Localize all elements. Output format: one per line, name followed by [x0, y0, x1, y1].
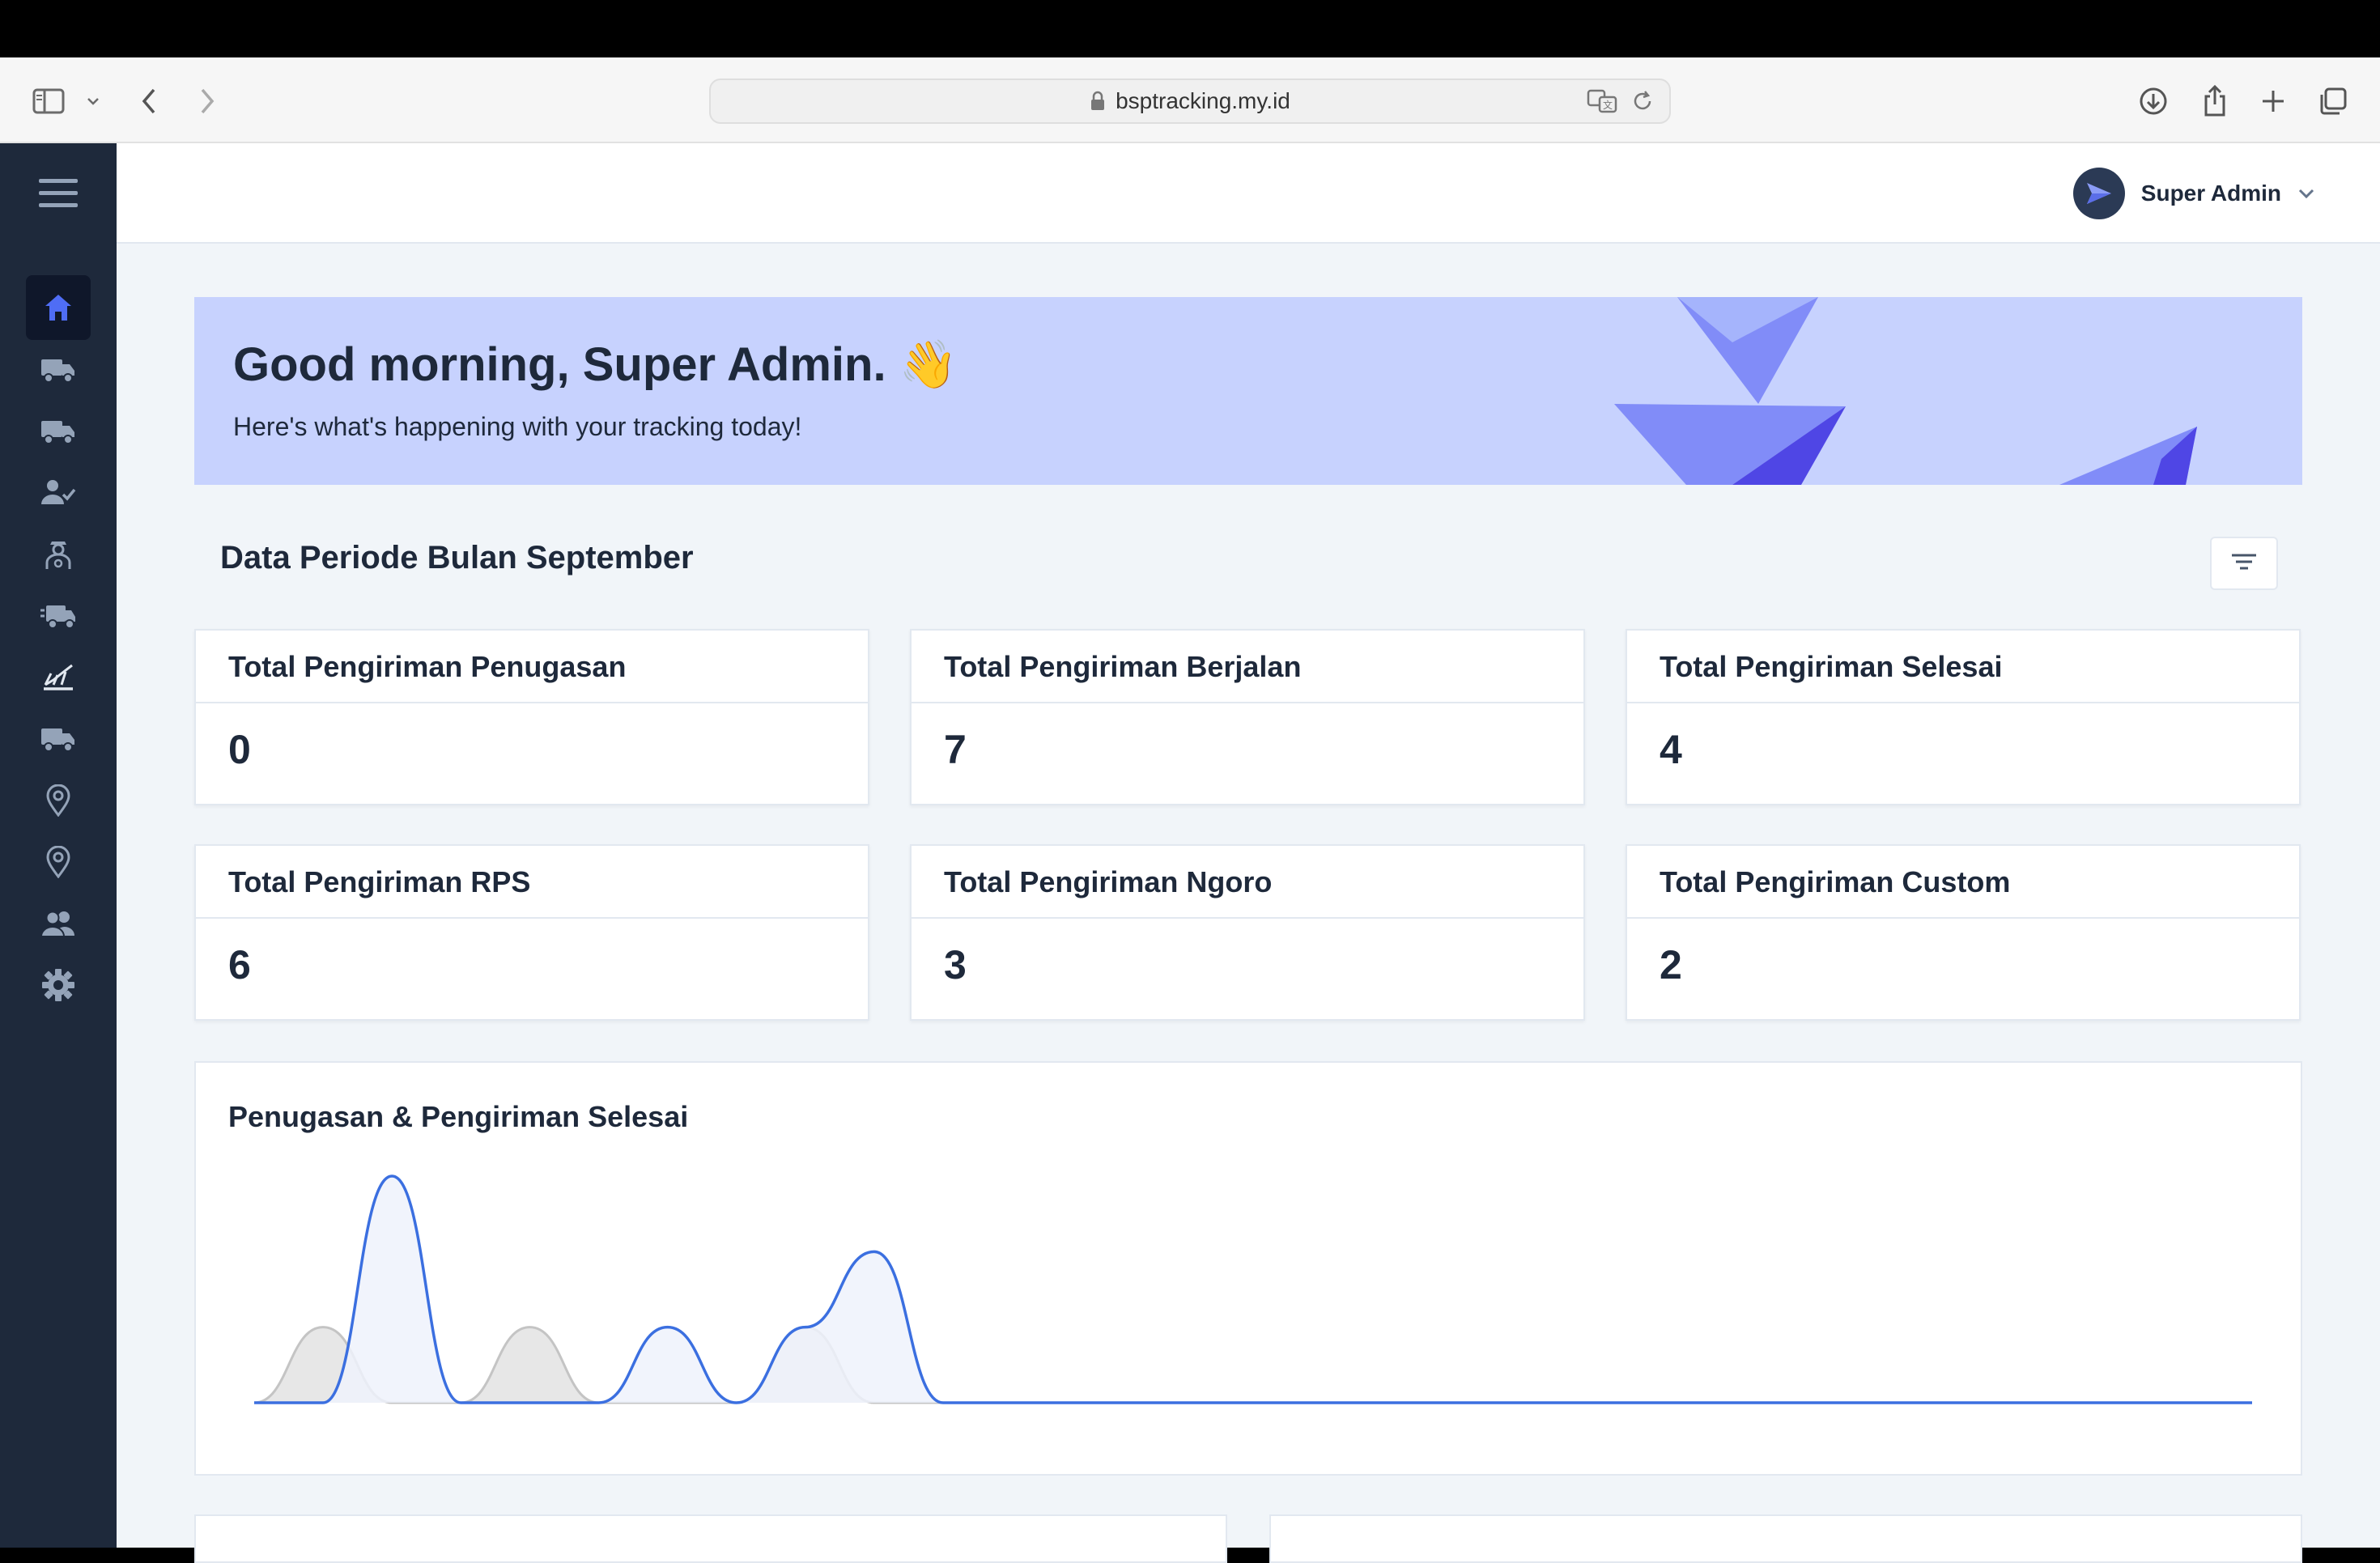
chevron-down-icon — [2298, 189, 2314, 199]
stat-value: 4 — [1660, 727, 1682, 772]
chart-card: Penugasan & Pengiriman Selesai — [194, 1061, 2302, 1476]
back-icon[interactable] — [133, 82, 165, 121]
stat-card-ngoro: Total Pengiriman Ngoro 3 — [910, 844, 1585, 1021]
sidebar-item-settings[interactable] — [26, 953, 91, 1017]
stat-value: 6 — [228, 942, 251, 987]
forward-icon[interactable] — [191, 82, 223, 121]
filter-button[interactable] — [2210, 537, 2278, 590]
stat-label: Total Pengiriman RPS — [196, 846, 868, 919]
stat-value: 3 — [944, 942, 967, 987]
main-content: Super Admin Good morning, Super Admin. 👋… — [117, 143, 2380, 1563]
stat-card-berjalan: Total Pengiriman Berjalan 7 — [910, 629, 1585, 805]
location-pin-icon — [46, 784, 70, 817]
welcome-banner: Good morning, Super Admin. 👋 Here's what… — [194, 297, 2302, 485]
bottom-card-left — [194, 1514, 1227, 1563]
sidebar — [0, 143, 117, 1548]
stat-label: Total Pengiriman Custom — [1627, 846, 2299, 919]
translate-icon[interactable]: 文 — [1587, 88, 1617, 114]
truck-icon — [41, 421, 74, 444]
location-pin-icon — [46, 846, 70, 878]
menu-icon[interactable] — [26, 161, 91, 226]
sidebar-item-vehicles[interactable] — [26, 399, 91, 464]
top-black-bar — [0, 0, 2380, 57]
download-icon[interactable] — [2134, 82, 2173, 121]
user-check-icon — [41, 480, 76, 504]
chevron-down-icon[interactable] — [81, 82, 105, 121]
sidebar-item-locations[interactable] — [26, 768, 91, 833]
user-menu[interactable]: Super Admin — [2072, 168, 2315, 219]
stat-value: 7 — [944, 727, 967, 772]
driver-icon — [45, 542, 71, 569]
url-text: bsptracking.my.id — [1116, 88, 1290, 113]
stat-card-selesai: Total Pengiriman Selesai 4 — [1626, 629, 2301, 805]
stat-label: Total Pengiriman Ngoro — [912, 846, 1583, 919]
sidebar-item-shipments[interactable] — [26, 338, 91, 402]
filter-icon — [2232, 554, 2256, 570]
delivery-truck-icon — [41, 728, 74, 752]
sidebar-item-team[interactable] — [26, 891, 91, 956]
stat-label: Total Pengiriman Berjalan — [912, 631, 1583, 703]
truck-icon — [41, 359, 74, 383]
users-icon — [40, 911, 74, 937]
fast-truck-icon — [40, 605, 75, 629]
paper-plane-decoration — [1614, 297, 2197, 485]
home-icon — [45, 295, 71, 321]
chart-icon — [44, 664, 73, 690]
share-icon[interactable] — [2195, 82, 2234, 121]
new-tab-icon[interactable] — [2254, 82, 2293, 121]
sidebar-item-reports[interactable] — [26, 645, 91, 710]
browser-toolbar: bsptracking.my.id 文 — [0, 57, 2380, 143]
sidebar-item-fast-delivery[interactable] — [26, 584, 91, 648]
gear-icon — [42, 969, 74, 1001]
send-icon — [2086, 183, 2111, 204]
period-title: Data Periode Bulan September — [220, 540, 694, 576]
stat-label: Total Pengiriman Selesai — [1627, 631, 2299, 703]
sidebar-item-drivers[interactable] — [26, 522, 91, 587]
sidebar-toggle-icon[interactable] — [29, 82, 68, 121]
series-1-area — [254, 1327, 2252, 1403]
stat-label: Total Pengiriman Penugasan — [196, 631, 868, 703]
stat-value: 0 — [228, 727, 251, 772]
tabs-overview-icon[interactable] — [2314, 82, 2352, 121]
reload-icon[interactable] — [1630, 88, 1655, 114]
avatar — [2072, 168, 2125, 219]
stat-value: 2 — [1660, 942, 1682, 987]
svg-text:文: 文 — [1603, 99, 1613, 111]
address-bar[interactable]: bsptracking.my.id 文 — [709, 79, 1671, 124]
username: Super Admin — [2140, 181, 2281, 206]
area-chart — [253, 1174, 2252, 1404]
sidebar-item-home[interactable] — [26, 275, 91, 340]
sidebar-item-users[interactable] — [26, 461, 91, 525]
stat-card-custom: Total Pengiriman Custom 2 — [1626, 844, 2301, 1021]
bottom-card-right — [1269, 1514, 2302, 1563]
stat-card-rps: Total Pengiriman RPS 6 — [194, 844, 869, 1021]
top-header: Super Admin — [117, 143, 2380, 244]
sidebar-item-deliveries[interactable] — [26, 707, 91, 771]
stat-card-penugasan: Total Pengiriman Penugasan 0 — [194, 629, 869, 805]
lock-icon — [1091, 91, 1105, 110]
sidebar-item-routes[interactable] — [26, 830, 91, 894]
